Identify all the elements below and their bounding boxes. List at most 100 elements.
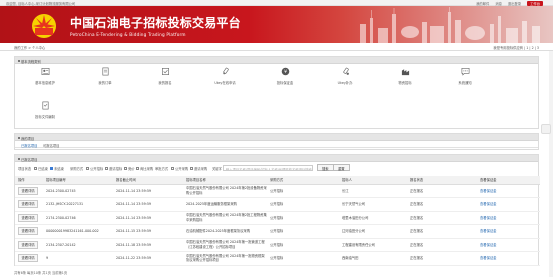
project-name: 中国石油天然气股份有限公司 2024年第2批工程物资集中采购招标 bbox=[183, 211, 267, 225]
func-label: 投标保证金 bbox=[276, 81, 294, 85]
bid-doc-icon bbox=[41, 101, 49, 110]
my-projects-header: 我的项目 bbox=[15, 134, 538, 141]
signup-status: 正在报名 bbox=[407, 184, 477, 198]
status-opt-ended[interactable]: 已结束 bbox=[34, 166, 48, 171]
view-details-button[interactable]: 查看详情 bbox=[18, 213, 39, 222]
func-label: 系统通知 bbox=[458, 81, 472, 85]
signup-icon bbox=[161, 68, 169, 75]
view-deposit-link[interactable]: 查看保证金 bbox=[477, 197, 540, 212]
signup-status: 正在报名 bbox=[407, 211, 477, 225]
svg-text:¥: ¥ bbox=[284, 69, 287, 75]
my-projects-panel: 我的项目 已报名项目 可报名项目 bbox=[14, 133, 539, 150]
search-button[interactable]: 搜索 bbox=[317, 164, 334, 171]
signup-status: 正在报名 bbox=[407, 224, 477, 239]
common-functions-panel: 基本流程类别 基本信息维护 我的订单 我的报名 Ukey在线申请 ¥ 投标保证金… bbox=[14, 56, 539, 129]
checkbox[interactable] bbox=[50, 167, 53, 171]
view-deposit-link[interactable]: 查看保证金 bbox=[477, 238, 540, 252]
project-name: 中国石油天然气股份有限公司 2024年第一批管道工程（江苏段建设工程）公开招标项… bbox=[183, 238, 267, 252]
checkbox[interactable] bbox=[124, 167, 127, 171]
tab-signed-up[interactable]: 已报名项目 bbox=[21, 143, 37, 148]
func-bid-doc[interactable]: 投标文件编制 bbox=[15, 101, 75, 127]
func-ukey-apply[interactable]: Ukey在线申请 bbox=[195, 67, 255, 93]
deadline: 2024-11-22 23:59:59 bbox=[113, 251, 183, 266]
status-opt-ongoing[interactable]: 未结束 bbox=[50, 166, 64, 171]
func-basic-info[interactable]: 基本信息维护 bbox=[15, 67, 75, 93]
profile-card-icon bbox=[41, 68, 49, 75]
func-ukey-reissue[interactable]: Ukey补办 bbox=[315, 67, 375, 93]
tab-available[interactable]: 可报名项目 bbox=[43, 143, 59, 148]
reset-button[interactable]: 重置 bbox=[333, 164, 350, 171]
func-my-orders[interactable]: 我的订单 bbox=[75, 67, 135, 93]
procurement-method: 公开招标 bbox=[267, 184, 339, 198]
project-code: 000000019983241161-000-002 bbox=[43, 224, 113, 239]
panel-bullet-icon bbox=[17, 136, 20, 139]
ukey-reissue-icon bbox=[342, 67, 349, 75]
procurement-method: 公开招标 bbox=[267, 224, 339, 239]
view-details-button[interactable]: 查看详情 bbox=[18, 227, 39, 236]
col-header: 招标人 bbox=[339, 176, 407, 185]
view-details-button[interactable]: 查看详情 bbox=[18, 254, 39, 263]
breadcrumb-bar: 我的工作 > 个人中心 我是专用投标供应商 | 1 | 2 | 3 bbox=[0, 43, 553, 51]
col-header: 操作 bbox=[15, 176, 43, 185]
signed-up-projects-table: 操作 招标项目编号 报名截止时间 招标项目名称 采购方式 招标人 报名状态 查看… bbox=[15, 176, 540, 266]
keyword-label: 关键字 bbox=[212, 166, 222, 171]
table-row: 查看详情 2134-2307-20142 2024-11-18 23:59:59… bbox=[15, 238, 540, 252]
deadline: 2024-11-18 23:59:59 bbox=[113, 238, 183, 252]
signed-up-projects-panel: 已报名项目 项目状态 已结束 未结束 采购方式 公开招标 邀请招标 竞价 询比采… bbox=[14, 154, 540, 266]
table-row: 查看详情 2174-2300-02746 2024-11-14 23:59:59… bbox=[15, 211, 540, 225]
checkbox[interactable] bbox=[171, 167, 174, 171]
deadline: 2024-11-15 23:59:59 bbox=[113, 224, 183, 239]
tenderer: 长宁天然气公司 bbox=[339, 197, 407, 212]
deadline: 2024-11-14 23:59:59 bbox=[113, 197, 183, 212]
petrochina-logo-icon bbox=[32, 14, 56, 38]
func-system-notice[interactable]: 系统通知 bbox=[435, 67, 495, 93]
refinery-skyline-graphic bbox=[360, 7, 540, 43]
func-bid-deposit[interactable]: ¥ 投标保证金 bbox=[255, 67, 315, 93]
view-details-button[interactable]: 查看详情 bbox=[18, 200, 39, 209]
deposit-icon: ¥ bbox=[281, 67, 289, 76]
scope-opt-invite[interactable]: 邀请采购 bbox=[190, 166, 207, 171]
signed-up-projects-title: 已报名项目 bbox=[21, 157, 38, 162]
func-my-signup[interactable]: 我的报名 bbox=[135, 67, 195, 93]
method-opt-compare[interactable]: 询比采购 bbox=[136, 166, 153, 171]
search-input[interactable]: 输入项目名称/项目编号/招标人名称/代理机构名称进行搜索 bbox=[223, 164, 313, 171]
func-label: Ukey补办 bbox=[337, 81, 353, 85]
signed-up-projects-header: 已报名项目 bbox=[15, 155, 538, 162]
procurement-method: 公开招标 bbox=[267, 251, 339, 266]
filter-bar: 项目状态 已结束 未结束 采购方式 公开招标 邀请招标 竞价 询比采购 审批方式… bbox=[15, 162, 538, 174]
func-label: 投标文件编制 bbox=[35, 115, 55, 119]
checkbox[interactable] bbox=[86, 167, 89, 171]
tenderer: 长江 bbox=[339, 184, 407, 198]
message-icon bbox=[461, 68, 469, 76]
floating-side-button[interactable] bbox=[541, 124, 551, 134]
project-name: 2024-2025年度运输服务框架采购 bbox=[183, 197, 267, 212]
status-filter-label: 项目状态 bbox=[18, 166, 32, 171]
checkbox[interactable] bbox=[105, 167, 108, 171]
my-projects-title: 我的项目 bbox=[21, 136, 35, 141]
checkbox[interactable] bbox=[34, 167, 37, 171]
view-deposit-link[interactable]: 查看保证金 bbox=[477, 251, 540, 266]
method-opt-open[interactable]: 公开招标 bbox=[86, 166, 103, 171]
page-scrollbar[interactable] bbox=[549, 51, 553, 277]
method-opt-auction[interactable]: 竞价 bbox=[124, 166, 135, 171]
table-header-row: 操作 招标项目编号 报名截止时间 招标项目名称 采购方式 招标人 报名状态 查看… bbox=[15, 176, 540, 185]
view-deposit-link[interactable]: 查看保证金 bbox=[477, 211, 540, 225]
project-code: 9 bbox=[43, 251, 113, 266]
common-functions-title: 基本流程类别 bbox=[21, 59, 41, 64]
scope-opt-open[interactable]: 公开采购 bbox=[171, 166, 188, 171]
signup-status: 正在报名 bbox=[407, 251, 477, 266]
pagination-info: 共有6条 每页10条 共1页 当前第1页 bbox=[14, 271, 68, 275]
checkbox[interactable] bbox=[136, 167, 139, 171]
method-opt-invite[interactable]: 邀请招标 bbox=[105, 166, 122, 171]
table-row: 查看详情 2132-JHSCY-20227131 2024-11-14 23:5… bbox=[15, 197, 540, 212]
func-label: 物资招标 bbox=[398, 81, 412, 85]
view-deposit-link[interactable]: 查看保证金 bbox=[477, 224, 540, 239]
checkbox[interactable] bbox=[190, 167, 193, 171]
view-details-button[interactable]: 查看详情 bbox=[18, 240, 39, 249]
scope-filter-label: 审批方式 bbox=[155, 166, 169, 171]
col-header: 招标项目编号 bbox=[43, 176, 113, 185]
view-deposit-link[interactable]: 查看保证金 bbox=[477, 184, 540, 198]
func-label: 我的订单 bbox=[98, 81, 112, 85]
view-details-button[interactable]: 查看详情 bbox=[18, 186, 39, 195]
func-material-bid[interactable]: 物资招标 bbox=[375, 67, 435, 93]
